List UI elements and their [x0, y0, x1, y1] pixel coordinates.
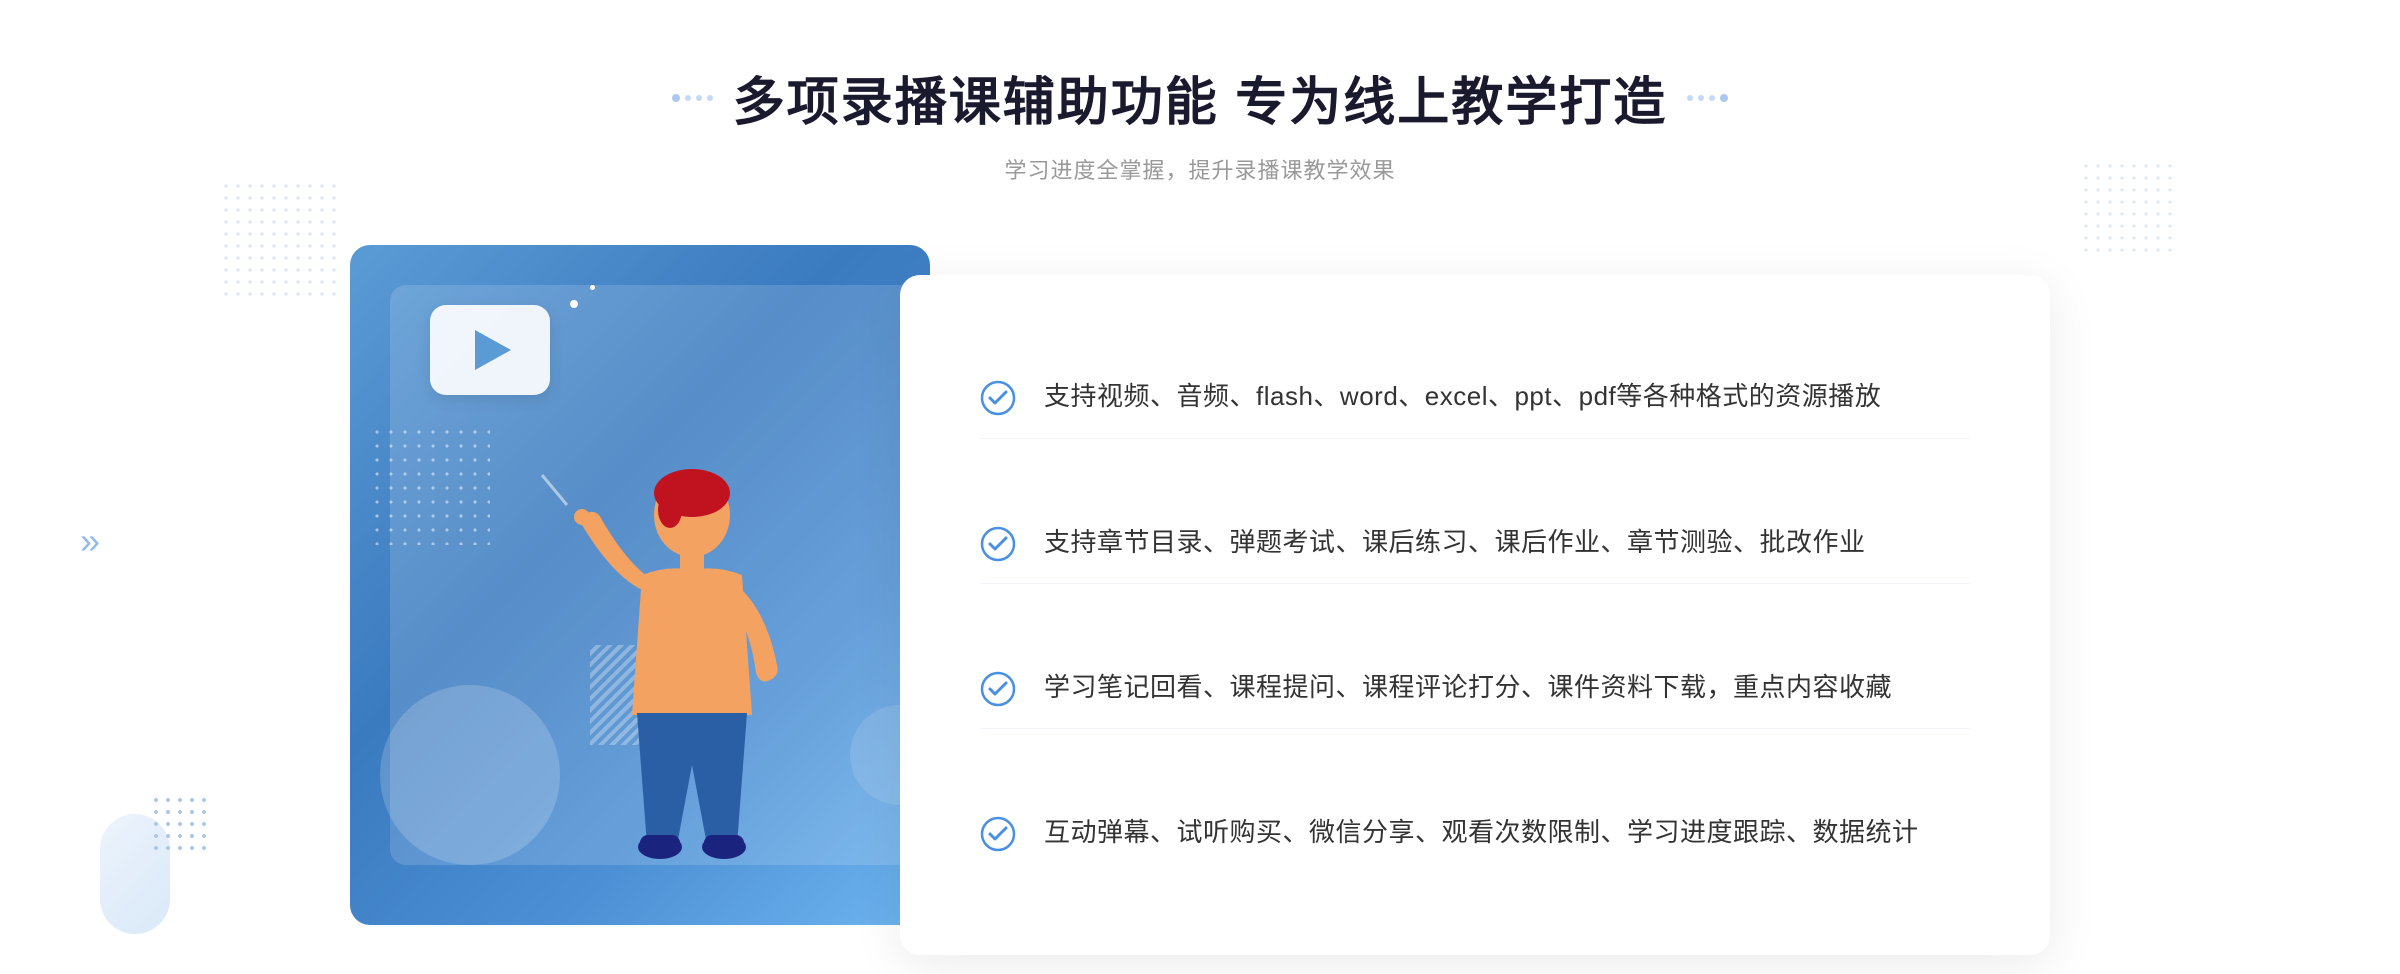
dot-6 [1698, 95, 1704, 101]
check-icon-2 [980, 526, 1016, 562]
page-wrapper: » 多项录播课辅助功能 专为线上教学打造 学习进度全掌握，提升录播课教学效果 [0, 0, 2400, 974]
illustration-card [350, 245, 930, 925]
dot-7 [1709, 95, 1715, 101]
title-decorator-right [1687, 94, 1728, 102]
dot-2 [685, 95, 691, 101]
feature-item-1: 支持视频、音频、flash、word、excel、ppt、pdf等各种格式的资源… [980, 356, 1970, 439]
feature-text-4: 互动弹幕、试听购买、微信分享、观看次数限制、学习进度跟踪、数据统计 [1044, 812, 1919, 854]
content-area: 支持视频、音频、flash、word、excel、ppt、pdf等各种格式的资源… [350, 235, 2050, 955]
feature-item-3: 学习笔记回看、课程提问、课程评论打分、课件资料下载，重点内容收藏 [980, 647, 1970, 730]
deco-bottom-dots [150, 794, 210, 854]
dot-3 [696, 95, 702, 101]
play-bubble [430, 305, 550, 395]
dot-5 [1687, 95, 1693, 101]
main-title: 多项录播课辅助功能 专为线上教学打造 [733, 60, 1667, 135]
person-illustration [512, 445, 832, 945]
dots-right-decoration [2080, 160, 2180, 260]
check-icon-1 [980, 380, 1016, 416]
title-decorator-left [672, 94, 713, 102]
dot-4 [707, 95, 713, 101]
check-icon-4 [980, 816, 1016, 852]
dot-1 [672, 94, 680, 102]
check-icon-3 [980, 671, 1016, 707]
subtitle: 学习进度全掌握，提升录播课教学效果 [672, 153, 1728, 185]
title-row: 多项录播课辅助功能 专为线上教学打造 [672, 60, 1728, 135]
feature-text-1: 支持视频、音频、flash、word、excel、ppt、pdf等各种格式的资源… [1044, 376, 1881, 418]
feature-item-2: 支持章节目录、弹题考试、课后练习、课后作业、章节测验、批改作业 [980, 502, 1970, 585]
dots-left-decoration [220, 180, 340, 300]
arrow-left-decoration: » [80, 520, 100, 562]
feature-text-3: 学习笔记回看、课程提问、课程评论打分、课件资料下载，重点内容收藏 [1044, 667, 1892, 709]
header-section: 多项录播课辅助功能 专为线上教学打造 学习进度全掌握，提升录播课教学效果 [672, 60, 1728, 185]
feature-text-2: 支持章节目录、弹题考试、课后练习、课后作业、章节测验、批改作业 [1044, 522, 1866, 564]
features-panel: 支持视频、音频、flash、word、excel、ppt、pdf等各种格式的资源… [900, 275, 2050, 955]
dots-illustration [370, 425, 490, 545]
dot-8 [1720, 94, 1728, 102]
feature-item-4: 互动弹幕、试听购买、微信分享、观看次数限制、学习进度跟踪、数据统计 [980, 792, 1970, 874]
play-icon [475, 330, 511, 370]
